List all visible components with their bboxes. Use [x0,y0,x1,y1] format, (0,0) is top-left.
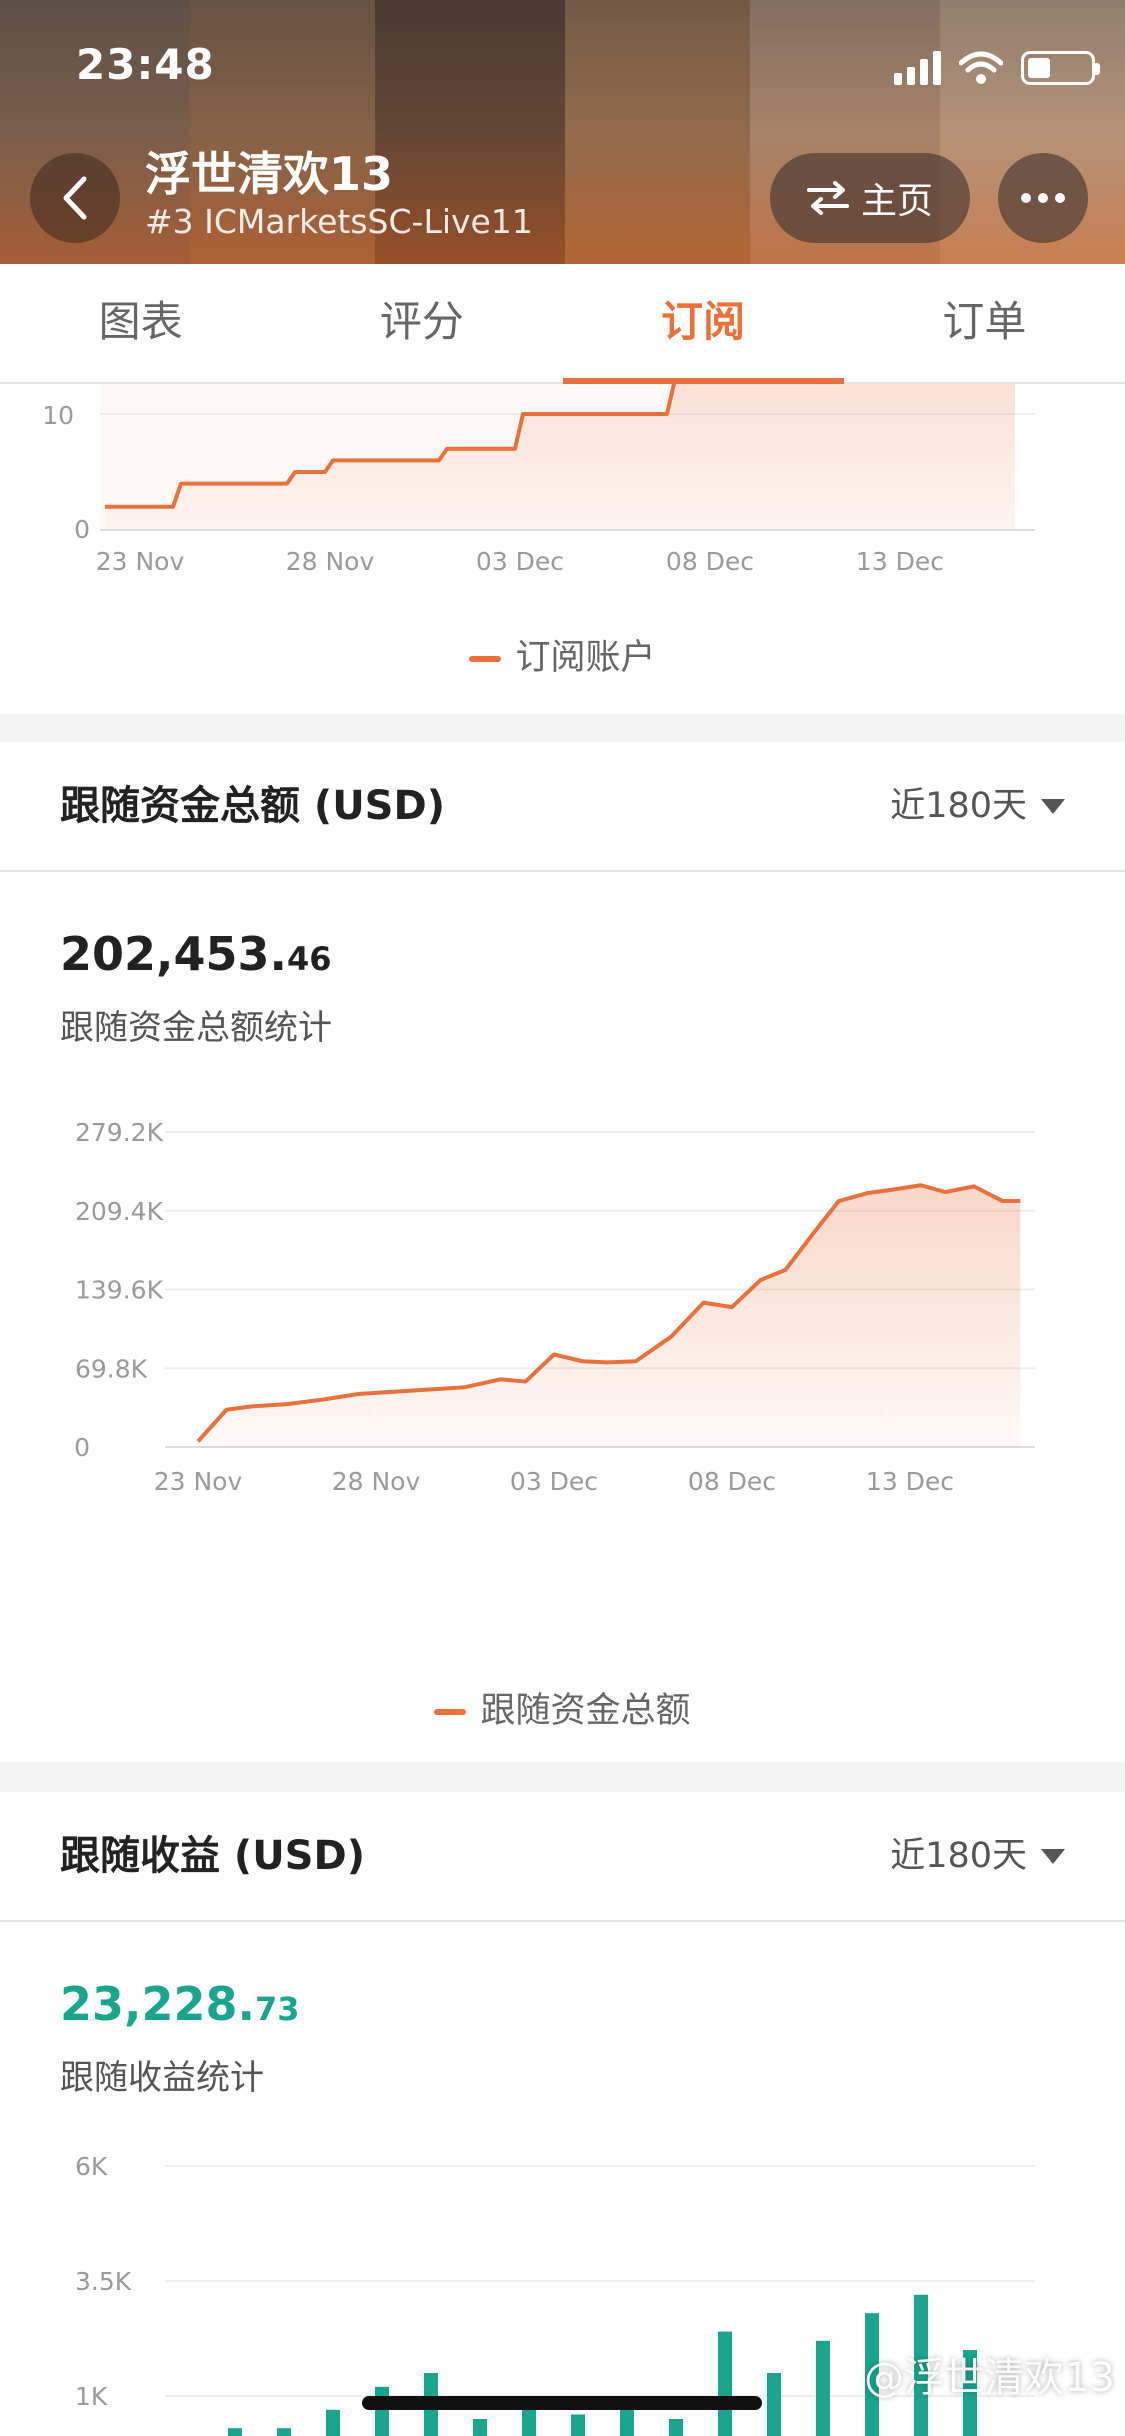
follow-funds-card: 202,453.46 跟随资金总额统计 0 69.8K 139.6K 209.4K 27… [0,872,1125,1762]
caret-down-icon [1041,1848,1065,1864]
profit-bar [767,2373,781,2436]
tab-orders[interactable]: 订单 [844,264,1125,382]
y-tick-label: 139.6K [75,1276,164,1305]
home-button[interactable]: 主页 [770,153,970,243]
y-tick-label: 3.5K [75,2267,132,2296]
x-tick-label: 13 Dec [856,547,944,576]
profit-bar [375,2386,389,2436]
follow-funds-stat-label: 跟随资金总额统计 [60,1008,332,1048]
subscription-legend: 订阅账户 [0,629,1125,680]
switch-arrows-icon [806,181,849,215]
follow-funds-chart: 0 69.8K 139.6K 209.4K 279.2K 23 Nov 28 Nov 03 … [74,1118,1035,1496]
status-time: 23:48 [76,40,215,89]
tab-subscription[interactable]: 订阅 [562,264,845,384]
follow-funds-area-fill [198,1185,1021,1447]
y-tick-label: 0 [74,1433,90,1462]
home-button-label: 主页 [860,181,933,222]
total-decimal: 73 [254,1990,300,2028]
profit-bar [326,2409,340,2436]
subscription-chart: 10 0 23 Nov 28 Nov 03 Dec 08 Dec 13 Dec [42,384,1035,576]
follow-funds-header: 跟随资金总额 (USD) 近180天 [0,742,1125,872]
follow-profit-total: 23,228.73 [60,1977,300,2031]
profit-bar [718,2331,732,2436]
x-tick-label: 03 Dec [510,1467,598,1496]
more-button[interactable] [998,153,1088,243]
x-tick-label: 08 Dec [666,547,754,576]
y-tick-label: 0 [74,515,90,544]
follow-funds-legend: 跟随资金总额 [0,1682,1125,1733]
tab-rating[interactable]: 评分 [281,264,562,382]
total-decimal: 46 [287,940,332,978]
profit-bar [571,2414,585,2436]
chevron-left-icon [63,176,87,220]
home-indicator[interactable] [362,2396,762,2410]
profit-bar [473,2419,487,2436]
trader-account: #3 ICMarketsSC-Live11 [145,202,533,241]
section-title: 跟随资金总额 (USD) [60,783,445,829]
legend-label: 订阅账户 [515,638,656,678]
range-dropdown-label: 近180天 [890,786,1027,826]
x-tick-label: 28 Nov [332,1467,421,1496]
y-tick-label: 10 [42,401,74,430]
range-dropdown[interactable]: 近180天 [890,1792,1065,1920]
profit-bar [228,2428,242,2436]
legend-swatch [469,656,502,662]
range-dropdown[interactable]: 近180天 [890,742,1065,870]
total-integer: 23,228. [60,1977,255,2031]
section-title: 跟随收益 (USD) [60,1833,365,1879]
follow-profit-stat-label: 跟随收益统计 [60,2058,264,2098]
follow-funds-total: 202,453.46 [60,927,332,981]
x-tick-label: 28 Nov [286,547,375,576]
x-tick-label: 03 Dec [476,547,564,576]
y-tick-label: 1K [75,2382,108,2411]
x-tick-label: 13 Dec [866,1467,954,1496]
y-tick-label: 6K [75,2152,108,2181]
trader-name: 浮世清欢13 [145,147,394,201]
caret-down-icon [1041,798,1065,814]
subscription-chart-card: 10 0 23 Nov 28 Nov 03 Dec 08 Dec 13 Dec 订阅账户 [0,384,1125,714]
y-tick-label: 69.8K [75,1354,148,1383]
x-tick-label: 23 Nov [96,547,185,576]
back-button[interactable] [30,153,120,243]
profit-bar [669,2419,683,2436]
profit-bar [277,2428,291,2436]
y-tick-label: 209.4K [75,1197,164,1226]
range-dropdown-label: 近180天 [890,1836,1027,1876]
watermark-text: @浮世清欢13 [864,2355,1115,2401]
profit-bar [816,2340,830,2436]
tab-bar: 图表 评分 订阅 订单 [0,264,1125,384]
profile-header: 23:48 浮世清欢13 #3 ICMarketsSC-Live11 主页 [0,0,1125,264]
x-tick-label: 23 Nov [154,1467,243,1496]
wifi-icon [959,51,1003,84]
more-dots-icon [1021,193,1065,203]
status-icons [894,44,1100,92]
legend-swatch [434,1709,467,1715]
y-tick-label: 279.2K [75,1118,164,1147]
total-integer: 202,453. [60,927,287,981]
x-tick-label: 08 Dec [688,1467,776,1496]
follow-profit-header: 跟随收益 (USD) 近180天 [0,1792,1125,1922]
battery-icon [1021,51,1100,85]
cellular-signal-icon [894,51,941,85]
legend-label: 跟随资金总额 [480,1691,691,1731]
tab-chart[interactable]: 图表 [0,264,281,382]
